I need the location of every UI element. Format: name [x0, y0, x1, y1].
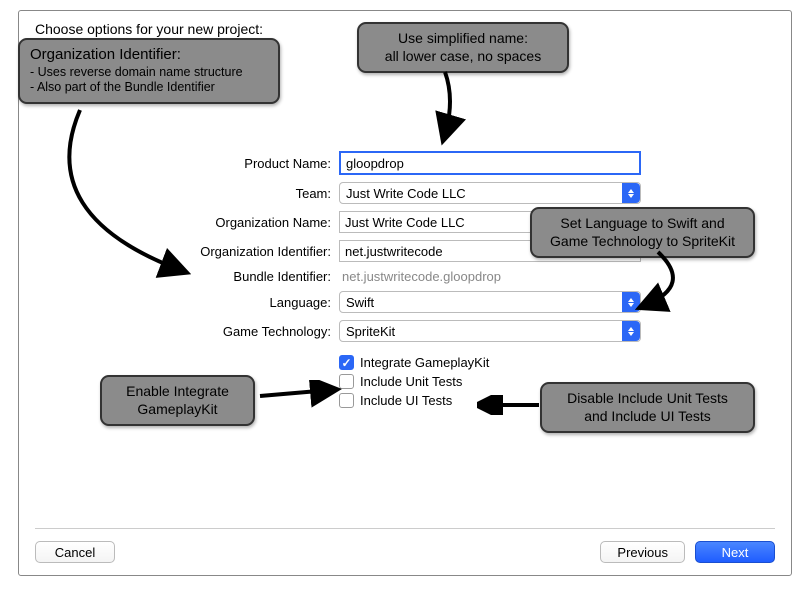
row-language: Language: Swift — [19, 291, 791, 313]
label-bundle-id: Bundle Identifier: — [19, 269, 339, 284]
game-tech-popup[interactable]: SpriteKit — [339, 320, 641, 342]
cancel-button[interactable]: Cancel — [35, 541, 115, 563]
team-popup-value: Just Write Code LLC — [346, 186, 466, 201]
form-area: Product Name: Team: Just Write Code LLC … — [19, 151, 791, 412]
annotation-bullet: - Uses reverse domain name structure — [30, 65, 268, 81]
annotation-disable-tests: Disable Include Unit Tests and Include U… — [540, 382, 755, 433]
updown-icon — [622, 292, 640, 312]
include-unit-tests-label: Include Unit Tests — [360, 374, 462, 389]
label-game-tech: Game Technology: — [19, 324, 339, 339]
next-button[interactable]: Next — [695, 541, 775, 563]
integrate-gameplaykit-checkbox[interactable] — [339, 355, 354, 370]
row-integrate-gameplaykit: Integrate GameplayKit — [19, 355, 791, 370]
divider — [35, 528, 775, 529]
annotation-title: Organization Identifier: — [30, 46, 268, 65]
language-popup[interactable]: Swift — [339, 291, 641, 313]
bundle-id-value: net.justwritecode.gloopdrop — [339, 269, 641, 284]
game-tech-popup-value: SpriteKit — [346, 324, 395, 339]
previous-button[interactable]: Previous — [600, 541, 685, 563]
row-game-tech: Game Technology: SpriteKit — [19, 320, 791, 342]
include-unit-tests-checkbox[interactable] — [339, 374, 354, 389]
label-org-id: Organization Identifier: — [19, 244, 339, 259]
product-name-input[interactable] — [339, 151, 641, 175]
annotation-enable-gameplaykit: Enable Integrate GameplayKit — [100, 375, 255, 426]
team-popup[interactable]: Just Write Code LLC — [339, 182, 641, 204]
include-ui-tests-checkbox[interactable] — [339, 393, 354, 408]
label-product-name: Product Name: — [19, 156, 339, 171]
annotation-lang-tech: Set Language to Swift and Game Technolog… — [530, 207, 755, 258]
annotation-simplified-name: Use simplified name: all lower case, no … — [357, 22, 569, 73]
row-team: Team: Just Write Code LLC — [19, 182, 791, 204]
label-team: Team: — [19, 186, 339, 201]
updown-icon — [622, 321, 640, 341]
include-ui-tests-label: Include UI Tests — [360, 393, 452, 408]
updown-icon — [622, 183, 640, 203]
integrate-gameplaykit-label: Integrate GameplayKit — [360, 355, 489, 370]
language-popup-value: Swift — [346, 295, 374, 310]
annotation-org-identifier: Organization Identifier: - Uses reverse … — [18, 38, 280, 104]
row-bundle-id: Bundle Identifier: net.justwritecode.glo… — [19, 269, 791, 284]
button-bar: Cancel Previous Next — [35, 541, 775, 563]
row-product-name: Product Name: — [19, 151, 791, 175]
annotation-bullet: - Also part of the Bundle Identifier — [30, 80, 268, 96]
label-org-name: Organization Name: — [19, 215, 339, 230]
label-language: Language: — [19, 295, 339, 310]
